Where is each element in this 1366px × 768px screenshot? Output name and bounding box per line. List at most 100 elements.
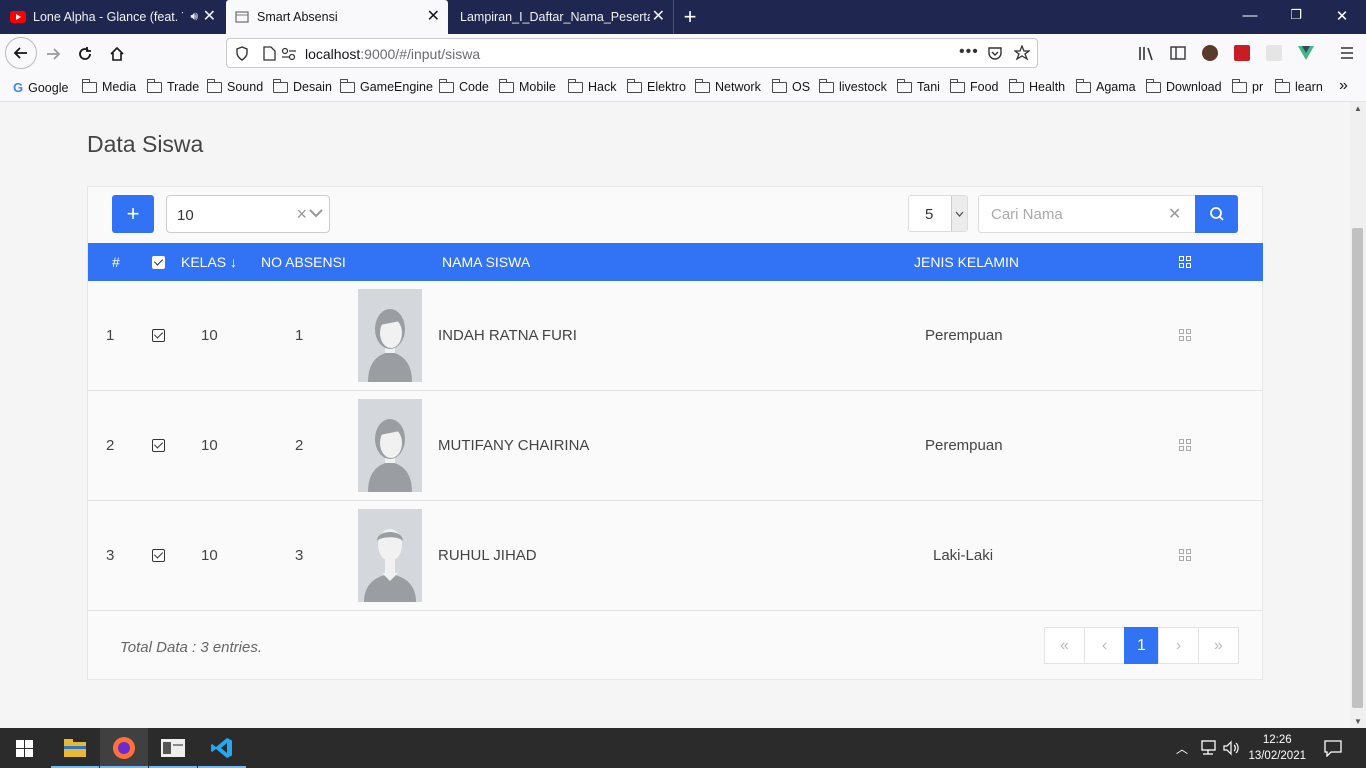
row-number: 1 [106, 327, 115, 344]
vscode-button[interactable] [198, 728, 246, 768]
restore-button[interactable]: ❐ [1286, 7, 1306, 23]
bookmarks-overflow-icon[interactable]: » [1339, 77, 1348, 95]
close-tab-icon[interactable]: ✕ [203, 9, 216, 25]
row-kelas: 10 [201, 547, 218, 564]
row-checkbox[interactable] [152, 329, 165, 342]
account-avatar-icon[interactable] [1202, 45, 1218, 61]
prev-page-button[interactable]: ‹ [1084, 627, 1125, 664]
folder-icon [695, 78, 710, 93]
per-page-select[interactable]: 5 [908, 195, 968, 232]
pocket-icon[interactable] [987, 46, 1003, 61]
show-hidden-icons[interactable]: ︿ [1176, 740, 1188, 757]
home-button[interactable] [102, 39, 132, 69]
column-no-absensi[interactable]: NO ABSENSI [261, 254, 346, 270]
bookmark-folder[interactable]: Trade [147, 78, 199, 94]
sidebar-icon[interactable] [1170, 45, 1186, 61]
bookmark-folder[interactable]: livestock [819, 78, 887, 94]
column-jenis-kelamin[interactable]: JENIS KELAMIN [914, 254, 1019, 270]
bookmark-folder[interactable]: Download [1146, 78, 1222, 94]
library-icon[interactable] [1138, 45, 1155, 61]
page-1-button[interactable]: 1 [1124, 627, 1159, 664]
start-button[interactable] [0, 728, 48, 768]
firefox-button[interactable] [100, 728, 148, 768]
chevron-down-icon[interactable] [951, 196, 967, 231]
row-checkbox[interactable] [152, 439, 165, 452]
page-info-icon[interactable] [263, 46, 276, 61]
network-icon[interactable] [1199, 740, 1217, 756]
row-checkbox[interactable] [152, 549, 165, 562]
forward-button[interactable] [38, 39, 68, 69]
kelas-filter-select[interactable]: 10 × [166, 195, 330, 233]
column-kelas[interactable]: KELAS ↓ [181, 254, 237, 270]
bookmark-folder[interactable]: Code [439, 78, 489, 94]
chevron-down-icon[interactable] [309, 209, 323, 219]
tab-youtube[interactable]: Lone Alpha - Glance (feat. Y 🔊︎ ✕ [0, 0, 224, 34]
grid-icon[interactable] [1179, 439, 1191, 451]
file-explorer-button[interactable] [51, 728, 99, 768]
bookmark-google[interactable]: G Google [13, 80, 68, 95]
clear-filter-icon[interactable]: × [296, 204, 307, 225]
bookmark-folder[interactable]: Mobile [499, 78, 556, 94]
extension-red-icon[interactable] [1234, 45, 1250, 61]
close-window-button[interactable]: ✕ [1332, 7, 1352, 25]
grid-icon[interactable] [1179, 549, 1191, 561]
scroll-up-icon[interactable]: ▲ [1354, 104, 1362, 113]
back-button[interactable] [5, 37, 37, 69]
bookmark-label: pr [1252, 80, 1264, 94]
app-window-button[interactable] [149, 728, 197, 768]
clear-search-icon[interactable]: ✕ [1168, 204, 1181, 224]
bookmark-folder[interactable]: Network [695, 78, 761, 94]
bookmark-folder[interactable]: Agama [1076, 78, 1136, 94]
youtube-icon [10, 11, 26, 23]
bookmark-folder[interactable]: GameEngine [340, 78, 433, 94]
last-page-button[interactable]: » [1198, 627, 1239, 664]
vue-devtools-icon[interactable] [1298, 46, 1314, 60]
select-all-checkbox[interactable] [152, 256, 165, 269]
bookmark-label: Food [970, 80, 999, 94]
bookmark-folder[interactable]: Media [82, 78, 136, 94]
bookmark-label: Mobile [519, 80, 556, 94]
minimize-button[interactable]: — [1240, 7, 1260, 24]
permissions-icon[interactable] [281, 47, 297, 61]
tab-smart-absensi[interactable]: Smart Absensi ✕ [226, 0, 448, 34]
column-nama-siswa[interactable]: NAMA SISWA [442, 254, 530, 270]
address-bar[interactable]: localhost:9000/#/input/siswa ••• [226, 38, 1038, 68]
page-scrollbar[interactable]: ▲ ▼ [1350, 102, 1366, 728]
shield-icon[interactable] [235, 46, 249, 61]
bookmark-folder[interactable]: learn [1275, 78, 1323, 94]
grid-icon[interactable] [1179, 256, 1191, 268]
bookmark-folder[interactable]: Sound [207, 78, 263, 94]
speaker-icon[interactable]: 🔊︎ [190, 9, 198, 24]
table-header: # KELAS ↓ NO ABSENSI NAMA SISWA JENIS KE… [88, 243, 1263, 281]
add-student-button[interactable]: + [112, 195, 154, 233]
bookmark-folder[interactable]: Tani [897, 78, 940, 94]
new-tab-button[interactable]: + [680, 4, 700, 30]
tab-lampiran[interactable]: Lampiran_I_Daftar_Nama_Peserta_d ✕ [450, 0, 674, 34]
notification-icon[interactable] [1324, 740, 1342, 757]
bookmark-folder[interactable]: Health [1009, 78, 1065, 94]
scrollbar-thumb[interactable] [1352, 228, 1363, 708]
bookmark-label: OS [792, 80, 811, 94]
close-tab-icon[interactable]: ✕ [427, 9, 440, 25]
first-page-button[interactable]: « [1044, 627, 1085, 664]
bookmark-star-icon[interactable] [1014, 45, 1030, 61]
menu-icon[interactable] [1340, 46, 1354, 60]
bookmark-folder[interactable]: Food [950, 78, 999, 94]
next-page-button[interactable]: › [1158, 627, 1199, 664]
extension-grey-icon[interactable] [1266, 45, 1282, 61]
page-actions-icon[interactable]: ••• [959, 43, 979, 61]
volume-icon[interactable] [1222, 740, 1240, 756]
bookmark-folder[interactable]: Hack [568, 78, 616, 94]
table-row: 3 10 3 RUHUL JIHAD Laki-Laki [88, 501, 1263, 611]
scroll-down-icon[interactable]: ▼ [1354, 717, 1362, 726]
close-tab-icon[interactable]: ✕ [652, 9, 665, 25]
grid-icon[interactable] [1179, 329, 1191, 341]
bookmark-folder[interactable]: Elektro [627, 78, 686, 94]
reload-button[interactable] [70, 39, 100, 69]
system-clock[interactable]: 12:26 13/02/2021 [1248, 732, 1306, 764]
bookmark-folder[interactable]: pr [1232, 78, 1264, 94]
bookmark-folder[interactable]: OS [772, 78, 811, 94]
search-name-input[interactable] [978, 195, 1196, 233]
search-button[interactable] [1195, 195, 1238, 233]
bookmark-folder[interactable]: Desain [273, 78, 332, 94]
